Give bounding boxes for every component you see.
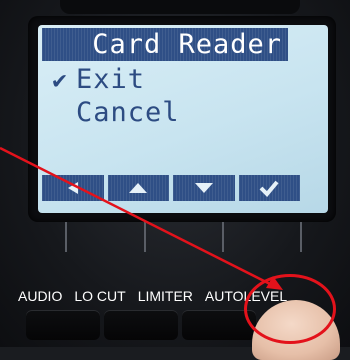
menu-item-exit[interactable]: ✔ Exit: [44, 65, 145, 95]
menu-item-label: Cancel: [76, 97, 180, 128]
recorder-device: Card Reader ✔ Exit Cancel AUDIO LO CUT LI…: [0, 0, 350, 360]
audio-hardware-button[interactable]: [26, 310, 100, 340]
checkmark-icon: ✔: [52, 66, 68, 94]
menu-item-cancel[interactable]: Cancel: [44, 98, 180, 128]
annotation-circle: [244, 274, 336, 344]
button-guide-line: [144, 222, 146, 252]
locut-button-label: LO CUT: [74, 288, 126, 304]
button-guide-line: [300, 222, 302, 252]
audio-button-label: AUDIO: [18, 288, 63, 304]
arrow-down-icon: [194, 183, 213, 193]
softkey-confirm[interactable]: [238, 175, 300, 201]
arrow-left-icon: [67, 182, 78, 194]
screen-title: Card Reader: [42, 28, 288, 61]
button-guide-line: [65, 222, 67, 252]
button-guide-line: [222, 222, 224, 252]
limiter-button-label: LIMITER: [137, 288, 193, 304]
device-top-edge: [60, 0, 300, 14]
menu-item-label: Exit: [76, 64, 146, 95]
softkey-down[interactable]: [173, 175, 235, 201]
softkey-left[interactable]: [42, 175, 104, 201]
softkey-bar: [42, 175, 300, 201]
softkey-up[interactable]: [107, 175, 169, 201]
checkmark-icon: [259, 180, 279, 197]
locut-hardware-button[interactable]: [104, 310, 178, 340]
arrow-up-icon: [129, 183, 148, 193]
